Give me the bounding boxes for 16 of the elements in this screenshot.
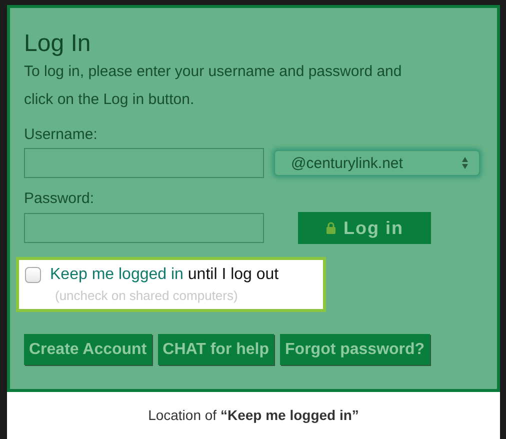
username-field[interactable] <box>24 148 264 178</box>
caption: Location of “Keep me logged in” <box>7 392 500 439</box>
action-button[interactable]: CHAT for help <box>158 334 274 365</box>
action-button[interactable]: Create Account <box>24 334 152 365</box>
lock-icon <box>326 222 336 234</box>
instructions: To log in, please enter your username and password and click on the Log in button. <box>24 62 403 110</box>
domain-select[interactable]: @centurylink.net <box>274 150 480 176</box>
username-label: Username: <box>24 126 98 144</box>
password-label: Password: <box>24 190 96 208</box>
checkbox[interactable] <box>25 267 41 283</box>
action-button[interactable]: Forgot password? <box>280 334 430 365</box>
stepper-arrows-icon <box>461 156 469 170</box>
login-button[interactable]: Log in <box>298 212 431 244</box>
checkbox-label: Keep me logged in until I log out <box>50 266 279 284</box>
login-title: Log In <box>24 30 92 58</box>
password-field[interactable] <box>24 213 264 243</box>
